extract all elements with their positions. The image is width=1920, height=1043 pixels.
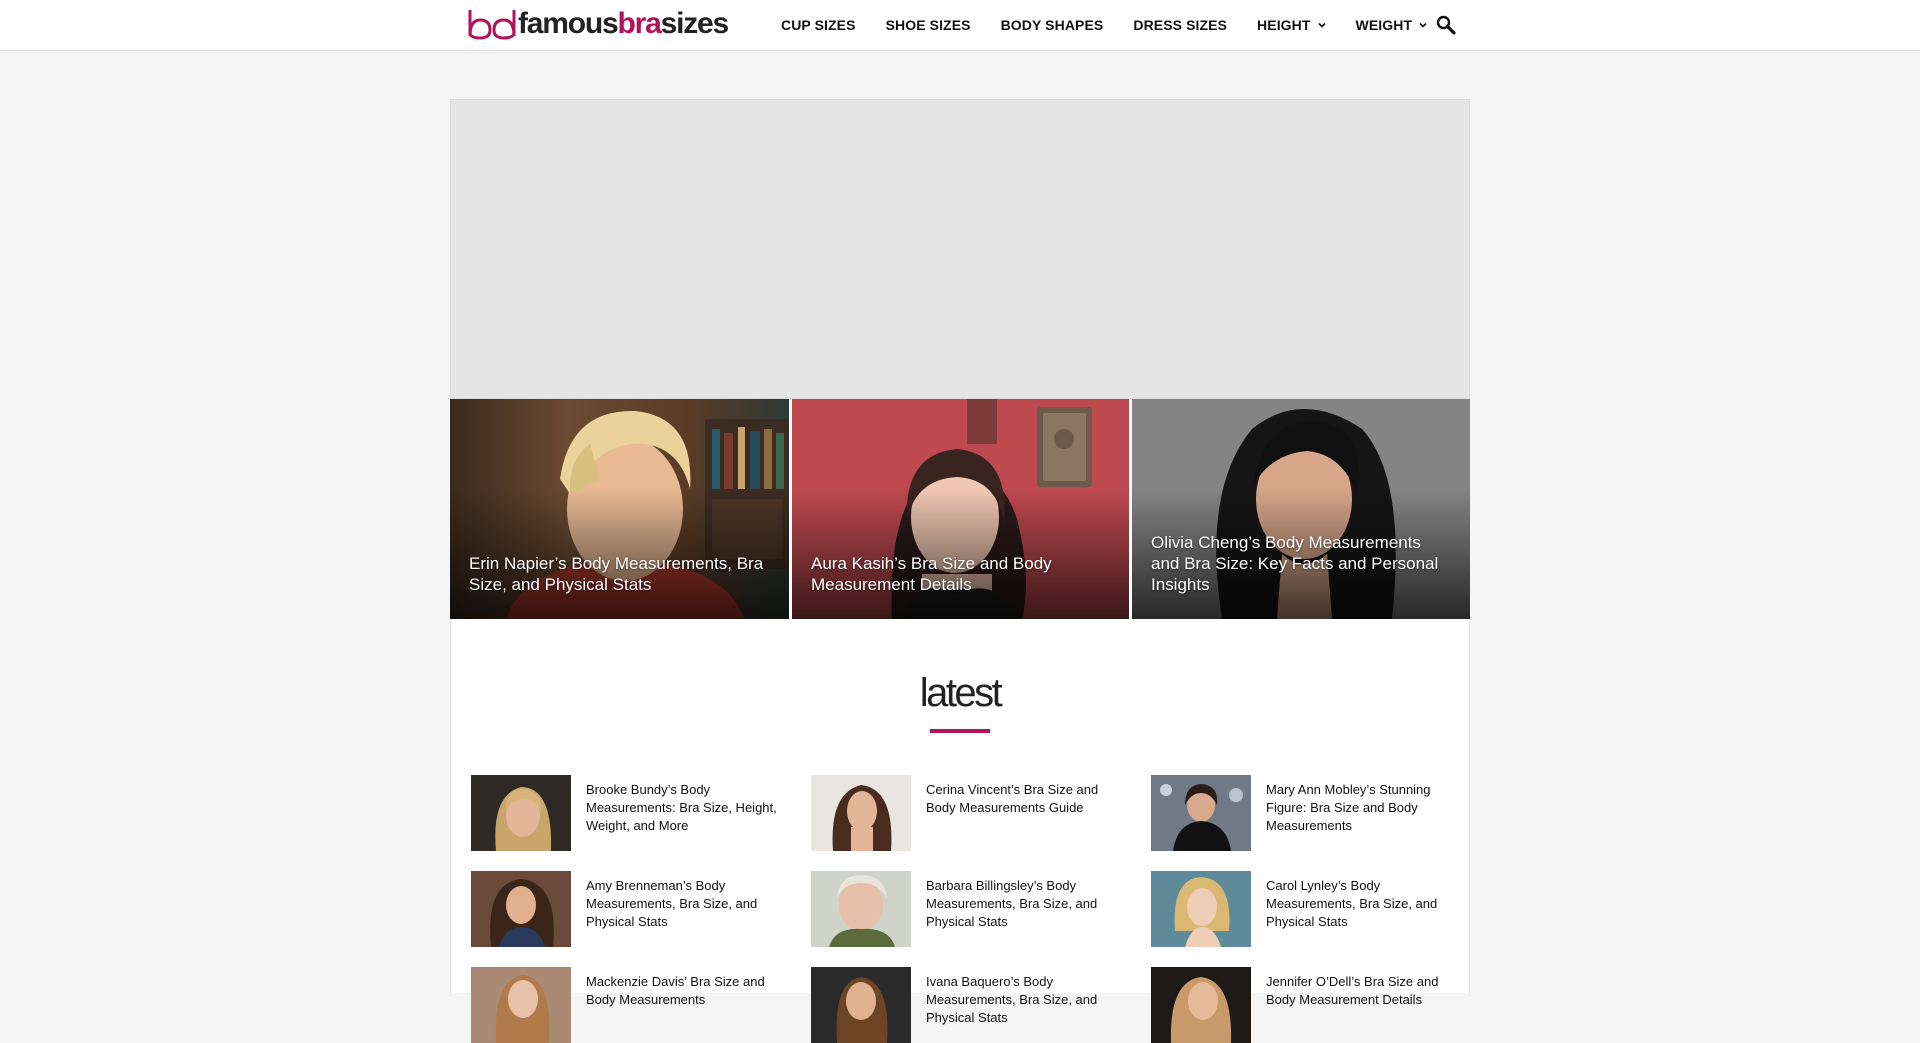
post-title[interactable]: Brooke Bundy’s Body Measurements: Bra Si…: [586, 781, 781, 835]
post-thumbnail: [1151, 775, 1251, 851]
post-thumbnail: [811, 775, 911, 851]
nav-height[interactable]: HEIGHT: [1257, 17, 1326, 33]
heading-underline: [930, 729, 990, 733]
post-thumbnail: [1151, 967, 1251, 1043]
post-thumbnail: [471, 871, 571, 947]
post-thumbnail: [471, 775, 571, 851]
chevron-down-icon: [1419, 22, 1427, 28]
search-icon[interactable]: [1434, 13, 1458, 37]
featured-post[interactable]: Aura Kasih’s Bra Size and Body Measureme…: [792, 399, 1129, 619]
post-title[interactable]: Ivana Baquero’s Body Measurements, Bra S…: [926, 973, 1121, 1027]
site-logo[interactable]: famousbrasizes: [466, 6, 730, 42]
nav-body-shapes[interactable]: BODY SHAPES: [1001, 17, 1104, 33]
section-heading-latest: latest: [919, 671, 1003, 715]
nav-cup-sizes[interactable]: CUP SIZES: [781, 17, 856, 33]
post-title[interactable]: Mary Ann Mobley’s Stunning Figure: Bra S…: [1266, 781, 1461, 835]
nav-label: SHOE SIZES: [885, 17, 971, 33]
post-thumbnail: [471, 967, 571, 1043]
list-item[interactable]: Mackenzie Davis’ Bra Size and Body Measu…: [471, 967, 791, 1043]
post-thumbnail: [811, 967, 911, 1043]
logo-word-sizes: sizes: [660, 7, 730, 40]
nav-label: BODY SHAPES: [1000, 17, 1104, 33]
list-item[interactable]: Amy Brenneman’s Body Measurements, Bra S…: [471, 871, 791, 947]
logo-bra-icon: [468, 10, 516, 40]
post-title[interactable]: Barbara Billingsley’s Body Measurements,…: [926, 877, 1121, 931]
featured-title[interactable]: Erin Napier’s Body Measurements, Bra Siz…: [469, 553, 771, 595]
list-item[interactable]: Ivana Baquero’s Body Measurements, Bra S…: [811, 967, 1131, 1043]
post-thumbnail: [1151, 871, 1251, 947]
post-title[interactable]: Amy Brenneman’s Body Measurements, Bra S…: [586, 877, 781, 931]
post-title[interactable]: Cerina Vincent’s Bra Size and Body Measu…: [926, 781, 1121, 817]
nav-dress-sizes[interactable]: DRESS SIZES: [1133, 17, 1227, 33]
list-item[interactable]: Carol Lynley’s Body Measurements, Bra Si…: [1151, 871, 1471, 947]
nav-label: HEIGHT: [1257, 17, 1311, 33]
list-item[interactable]: Brooke Bundy’s Body Measurements: Bra Si…: [471, 775, 791, 851]
nav-weight[interactable]: WEIGHT: [1356, 17, 1428, 33]
nav-shoe-sizes[interactable]: SHOE SIZES: [886, 17, 971, 33]
featured-title[interactable]: Aura Kasih’s Bra Size and Body Measureme…: [811, 553, 1111, 595]
nav-label: DRESS SIZES: [1133, 17, 1228, 33]
list-item[interactable]: Barbara Billingsley’s Body Measurements,…: [811, 871, 1131, 947]
logo-word-famous: famous: [518, 7, 619, 40]
post-title[interactable]: Mackenzie Davis’ Bra Size and Body Measu…: [586, 973, 781, 1009]
main-nav: CUP SIZES SHOE SIZES BODY SHAPES DRESS S…: [766, 0, 1442, 50]
chevron-down-icon: [1317, 22, 1326, 28]
list-item[interactable]: Cerina Vincent’s Bra Size and Body Measu…: [811, 775, 1131, 851]
nav-label: WEIGHT: [1355, 17, 1413, 33]
featured-title[interactable]: Olivia Cheng’s Body Measurements and Bra…: [1151, 532, 1452, 595]
logo-wordmark: famousbrasizes: [518, 6, 730, 42]
post-thumbnail: [811, 871, 911, 947]
ad-placeholder: [450, 99, 1470, 399]
nav-label: CUP SIZES: [781, 17, 856, 33]
featured-post[interactable]: Erin Napier’s Body Measurements, Bra Siz…: [450, 399, 789, 619]
list-item[interactable]: Mary Ann Mobley’s Stunning Figure: Bra S…: [1151, 775, 1471, 851]
list-item[interactable]: Jennifer O’Dell’s Bra Size and Body Meas…: [1151, 967, 1471, 1043]
featured-post[interactable]: Olivia Cheng’s Body Measurements and Bra…: [1132, 399, 1470, 619]
site-header: famousbrasizes CUP SIZES SHOE SIZES BODY…: [0, 0, 1920, 51]
post-title[interactable]: Jennifer O’Dell’s Bra Size and Body Meas…: [1266, 973, 1461, 1009]
logo-word-bra: bra: [617, 7, 662, 40]
post-title[interactable]: Carol Lynley’s Body Measurements, Bra Si…: [1266, 877, 1461, 931]
